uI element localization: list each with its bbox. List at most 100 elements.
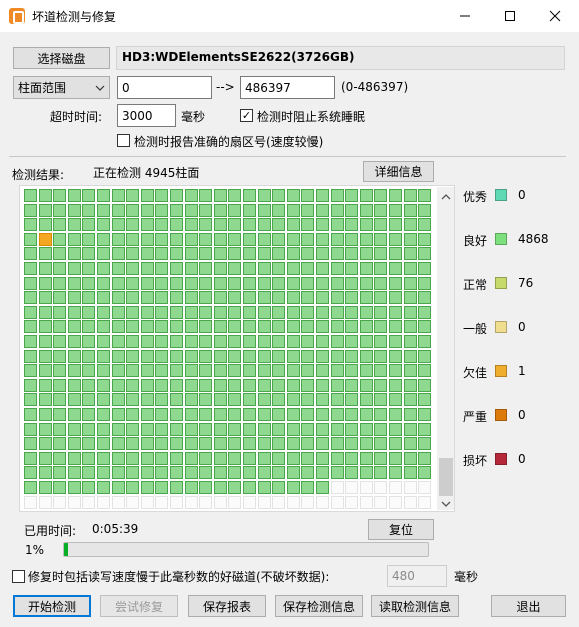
range-start-input[interactable]: 0 <box>117 76 212 99</box>
maximize-button[interactable] <box>487 0 533 32</box>
cylinder-cell <box>126 393 140 407</box>
cylinder-cell <box>418 408 432 421</box>
cylinder-cell <box>126 481 140 494</box>
try-repair-button[interactable]: 尝试修复 <box>100 595 178 617</box>
cylinder-cell <box>111 203 125 217</box>
cylinder-cell <box>301 262 315 275</box>
prevent-sleep-checkbox[interactable]: ✓ <box>240 109 253 122</box>
cylinder-cell <box>140 481 154 494</box>
cylinder-cell <box>126 422 140 436</box>
range-end-input[interactable]: 486397 <box>240 76 335 99</box>
cylinder-cell <box>111 495 125 509</box>
cylinder-cell <box>155 408 169 421</box>
cylinder-cell <box>199 232 213 246</box>
cylinder-cell <box>82 203 96 217</box>
cylinder-cell <box>243 393 256 407</box>
cylinder-cell <box>301 451 315 465</box>
cylinder-cell <box>140 349 154 363</box>
cylinder-cell <box>301 495 315 509</box>
save-info-button[interactable]: 保存检测信息 <box>275 595 363 617</box>
cylinder-cell <box>228 276 242 290</box>
cylinder-cell <box>257 203 271 217</box>
cylinder-cell <box>111 349 125 363</box>
cylinder-cell <box>345 291 359 305</box>
cylinder-cell <box>316 276 329 290</box>
cylinder-cell <box>389 495 402 509</box>
cylinder-cell <box>301 364 315 378</box>
cylinder-cell <box>359 189 373 202</box>
cylinder-cell <box>359 349 373 363</box>
minimize-button[interactable] <box>442 0 488 32</box>
report-sector-checkbox[interactable] <box>117 134 130 147</box>
timeout-label: 超时时间: <box>50 110 103 124</box>
cylinder-cell <box>155 481 169 494</box>
cylinder-cell <box>140 189 154 202</box>
cylinder-cell <box>67 364 81 378</box>
repair-threshold-input[interactable]: 480 <box>387 565 447 587</box>
cylinder-cell <box>140 364 154 378</box>
cylinder-cell <box>170 451 183 465</box>
cylinder-cell <box>272 320 286 334</box>
cylinder-cell <box>170 291 183 305</box>
cylinder-cell <box>38 262 52 275</box>
cylinder-cell <box>374 276 388 290</box>
cylinder-cell <box>97 262 110 275</box>
scroll-thumb[interactable] <box>439 458 453 496</box>
cylinder-cell <box>24 335 37 348</box>
cylinder-cell <box>286 349 300 363</box>
legend-swatch <box>495 321 507 333</box>
reset-button[interactable]: 复位 <box>368 519 434 540</box>
range-arrow: --> <box>216 80 235 94</box>
cylinder-cell <box>67 203 81 217</box>
cylinder-cell <box>184 393 198 407</box>
exit-button[interactable]: 退出 <box>491 595 566 617</box>
cylinder-cell <box>243 422 256 436</box>
cylinder-cell <box>170 305 183 319</box>
cylinder-cell <box>374 305 388 319</box>
cylinder-cell <box>301 247 315 261</box>
cylinder-cell <box>24 481 37 494</box>
cylinder-cell <box>170 203 183 217</box>
cylinder-cell <box>38 378 52 392</box>
cylinder-cell <box>38 422 52 436</box>
cylinder-cell <box>53 203 67 217</box>
cylinder-cell <box>374 437 388 451</box>
cylinder-cell <box>403 320 417 334</box>
cylinder-cell <box>155 364 169 378</box>
cylinder-cell <box>359 451 373 465</box>
cylinder-cell <box>67 276 81 290</box>
save-report-button[interactable]: 保存报表 <box>188 595 266 617</box>
timeout-input[interactable]: 3000 <box>117 104 176 127</box>
cylinder-cell <box>199 276 213 290</box>
cylinder-cell <box>155 451 169 465</box>
repair-include-checkbox[interactable] <box>12 570 25 583</box>
details-button[interactable]: 详细信息 <box>363 161 434 182</box>
cylinder-cell <box>257 378 271 392</box>
cylinder-cell <box>170 422 183 436</box>
cylinder-cell <box>170 481 183 494</box>
start-button[interactable]: 开始检测 <box>13 595 91 617</box>
cylinder-cell <box>330 320 344 334</box>
cylinder-cell <box>155 189 169 202</box>
load-info-button[interactable]: 读取检测信息 <box>371 595 459 617</box>
cylinder-cell <box>170 437 183 451</box>
cylinder-cell <box>126 364 140 378</box>
cylinder-cell <box>67 408 81 421</box>
close-button[interactable] <box>532 0 578 32</box>
cylinder-cell <box>67 466 81 480</box>
cylinder-cell <box>403 408 417 421</box>
scroll-up-icon[interactable] <box>441 193 451 200</box>
cylinder-cell <box>286 437 300 451</box>
legend-count: 0 <box>518 408 526 422</box>
select-disk-button[interactable]: 选择磁盘 <box>13 47 110 69</box>
cylinder-cell <box>301 422 315 436</box>
cylinder-cell <box>272 276 286 290</box>
cylinder-cell <box>359 276 373 290</box>
cylinder-cell <box>243 364 256 378</box>
scroll-down-icon[interactable] <box>441 501 451 508</box>
cylinder-cell <box>82 218 96 232</box>
cylinder-cell <box>330 291 344 305</box>
range-mode-select[interactable]: 柱面范围 <box>13 76 110 99</box>
cylinder-cell <box>97 276 110 290</box>
cylinder-cell <box>67 335 81 348</box>
